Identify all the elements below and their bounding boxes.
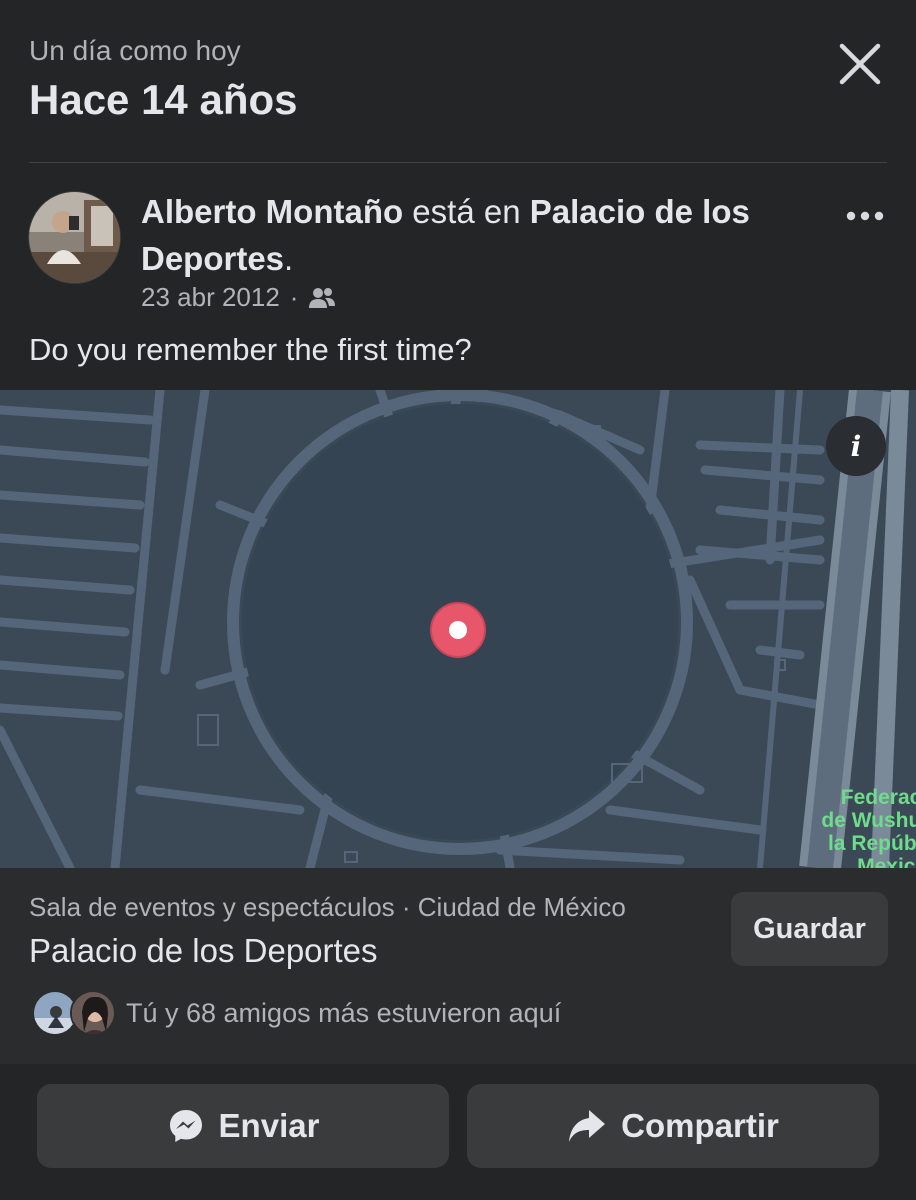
author-name-link[interactable]: Alberto Montaño [141,193,403,230]
post-period: . [284,240,294,277]
send-label: Enviar [218,1107,320,1144]
more-options-button[interactable] [838,196,892,236]
share-label: Compartir [621,1107,779,1144]
more-options-icon [846,211,884,221]
friends-visited[interactable]: Tú y 68 amigos más estuvieron aquí [32,990,561,1036]
friends-visited-text: Tú y 68 amigos más estuvieron aquí [126,997,562,1028]
save-button[interactable]: Guardar [731,892,888,966]
meta-separator: · [289,282,299,312]
share-arrow-icon [569,1110,606,1142]
messenger-icon [169,1110,202,1142]
close-button[interactable] [830,34,890,94]
friends-icon[interactable] [308,286,336,310]
map-streets [0,390,909,868]
info-icon: i [850,429,862,463]
memory-subtitle: Un día como hoy [29,35,241,66]
send-button[interactable]: Enviar [37,1084,449,1168]
map-place-label[interactable]: Federació de Wushu d la Repúblic Mexican [800,786,916,868]
place-category: Sala de eventos y espectáculos · Ciudad … [29,892,626,922]
friend-avatar [70,990,116,1036]
memory-header: Un día como hoy Hace 14 años [0,0,916,162]
post-connector: está en [403,193,530,230]
author-avatar[interactable] [28,191,121,284]
post-date[interactable]: 23 abr 2012 [141,282,280,313]
post-text: Do you remember the first time? [29,332,472,367]
post-header: Alberto Montaño está en Palacio de los D… [141,188,821,282]
action-bar: Enviar Compartir [0,1064,916,1200]
header-divider [29,162,887,163]
place-title[interactable]: Palacio de los Deportes [29,932,378,970]
memory-title: Hace 14 años [29,76,298,123]
post-meta: 23 abr 2012 · [141,282,336,313]
map-info-button[interactable]: i [826,416,886,476]
location-map[interactable]: i Federació de Wushu d la Repúblic Mexic… [0,390,916,868]
share-button[interactable]: Compartir [467,1084,879,1168]
close-icon [839,43,881,85]
place-card[interactable]: Sala de eventos y espectáculos · Ciudad … [0,868,916,1064]
